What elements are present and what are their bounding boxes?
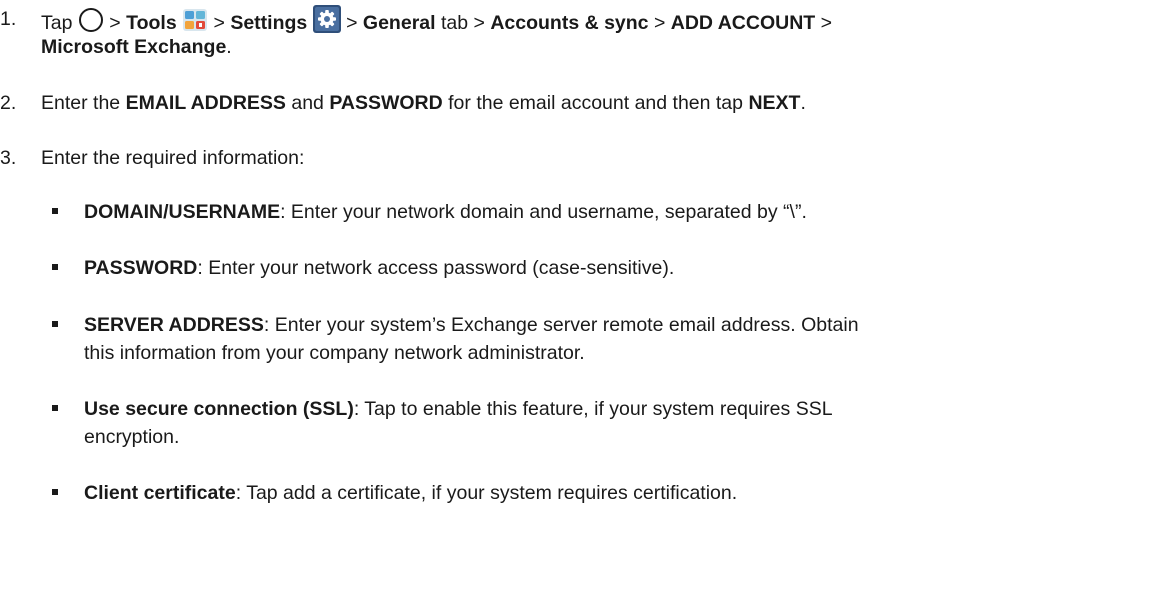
item-term: Client certificate (84, 482, 236, 504)
bullet (52, 264, 58, 270)
step-text: Enter the required information: (41, 147, 305, 169)
bullet (52, 208, 58, 214)
bullet (52, 489, 58, 495)
microsoft-exchange-label: Microsoft Exchange (41, 36, 227, 58)
step-number: 3. (0, 147, 17, 169)
step-number: 2. (0, 92, 17, 114)
bullet (52, 405, 58, 411)
step-text: Enter the EMAIL ADDRESS and PASSWORD for… (41, 92, 806, 114)
add-account-label: ADD ACCOUNT (670, 12, 816, 34)
general-tab-label: General (362, 12, 436, 34)
item-term: DOMAIN/USERNAME (84, 201, 281, 223)
tools-label: Tools (126, 12, 177, 34)
step-number: 1. (0, 8, 17, 30)
item-term: Use secure connection (SSL) (84, 398, 354, 420)
step-text: Tap > Tools > Settings > General tab > A… (41, 5, 1161, 61)
bullet (52, 321, 58, 327)
accounts-sync-label: Accounts & sync (490, 12, 649, 34)
item-term: SERVER ADDRESS (84, 314, 264, 336)
settings-gear-icon (312, 5, 341, 41)
instruction-document: 1. Tap > Tools > Settings > General tab … (0, 0, 1171, 592)
item-term: PASSWORD (84, 257, 198, 279)
settings-label: Settings (230, 12, 308, 34)
